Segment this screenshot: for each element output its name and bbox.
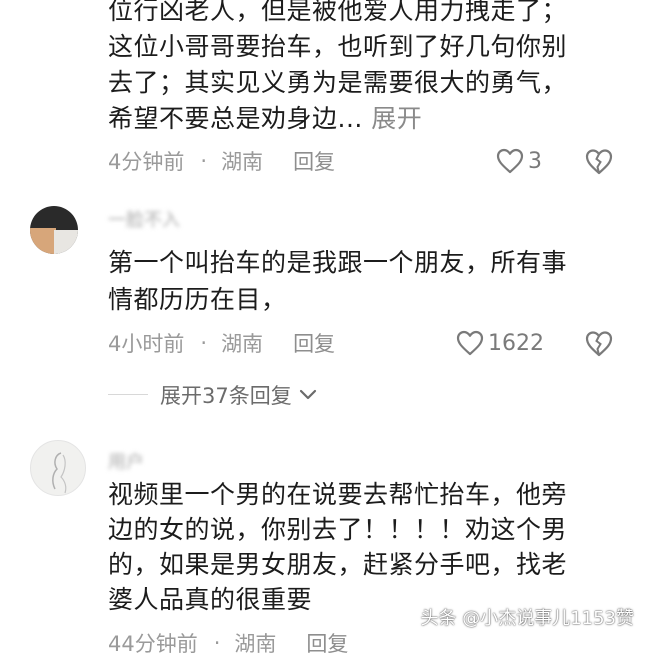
watermark: 头条 @小杰说事儿1153赞: [420, 608, 634, 629]
comment-text: 视频里一个男的在说要去帮忙抬车，他旁: [108, 478, 567, 511]
comment-line: 情都历历在目，: [108, 285, 287, 314]
like-button[interactable]: 1622: [456, 328, 544, 358]
reply-button[interactable]: 回复: [293, 328, 335, 358]
heart-outline-icon: [496, 148, 524, 174]
expand-replies-label: 展开37条回复: [160, 384, 292, 408]
comment-text: 位行凶老人，但是被他爱人用力拽走了；: [108, 0, 567, 27]
comment-meta: 4小时前 · 湖南 回复: [108, 328, 335, 358]
avatar-face: [30, 228, 56, 254]
broken-heart-icon[interactable]: [584, 146, 614, 176]
meta-separator: ·: [200, 149, 208, 173]
avatar-shirt: [54, 230, 78, 254]
like-count: 1622: [488, 330, 544, 356]
comment-line: 婆人品真的很重要: [108, 585, 313, 614]
comment-location: 湖南: [221, 150, 264, 174]
reply-button[interactable]: 回复: [306, 628, 348, 658]
like-count: 3: [528, 148, 542, 174]
heart-outline-icon: [456, 330, 484, 356]
comment-line: 第一个叫抬车的是我跟一个朋友，所有事: [108, 248, 568, 277]
expand-text-link[interactable]: 展开: [371, 104, 422, 133]
comment-location: 湖南: [221, 332, 264, 356]
comment-text: 这位小哥哥要抬车，也听到了好几句你别: [108, 30, 567, 63]
username[interactable]: 一脸不入: [108, 206, 180, 232]
comment-line: 去了；其实见义勇为是需要很大的勇气，: [108, 68, 568, 97]
avatar[interactable]: [30, 440, 86, 496]
reply-button[interactable]: 回复: [293, 146, 335, 176]
comment-line: 这位小哥哥要抬车，也听到了好几句你别: [108, 32, 568, 61]
expand-replies-button[interactable]: 展开37条回复: [108, 380, 318, 410]
comment-text: 去了；其实见义勇为是需要很大的勇气，: [108, 66, 567, 99]
username[interactable]: 用户: [108, 448, 144, 474]
comment-text: 希望不要总是劝身边... 展开: [108, 102, 422, 135]
avatar[interactable]: [30, 206, 78, 254]
meta-separator: ·: [213, 631, 221, 655]
comment-time: 4小时前: [108, 332, 185, 356]
comment-line: 边的女的说，你别去了！！！！劝这个男: [108, 515, 568, 544]
comment-time: 44分钟前: [108, 632, 198, 656]
comment-text: 婆人品真的很重要: [108, 583, 312, 616]
avatar-sketch-icon: [52, 452, 67, 494]
comment-text: 第一个叫抬车的是我跟一个朋友，所有事: [108, 246, 567, 279]
comment-text: 边的女的说，你别去了！！！！劝这个男: [108, 513, 567, 546]
divider-line: [108, 394, 148, 395]
broken-heart-icon[interactable]: [584, 328, 614, 358]
comment-line: 位行凶老人，但是被他爱人用力拽走了；: [108, 0, 568, 25]
comment-meta: 44分钟前 · 湖南 回复: [108, 628, 348, 658]
comment-location: 湖南: [234, 632, 277, 656]
comment-text: 的，如果是男女朋友，赶紧分手吧，找老: [108, 548, 567, 581]
comment-line: 视频里一个男的在说要去帮忙抬车，他旁: [108, 480, 568, 509]
comment-time: 4分钟前: [108, 150, 185, 174]
comment-meta: 4分钟前 · 湖南 回复: [108, 146, 335, 176]
comment-line: 的，如果是男女朋友，赶紧分手吧，找老: [108, 550, 568, 579]
comment-line: 希望不要总是劝身边...: [108, 104, 363, 133]
chevron-down-icon: [299, 389, 316, 400]
meta-separator: ·: [200, 331, 208, 355]
like-button[interactable]: 3: [496, 146, 542, 176]
comment-text: 情都历历在目，: [108, 283, 287, 316]
